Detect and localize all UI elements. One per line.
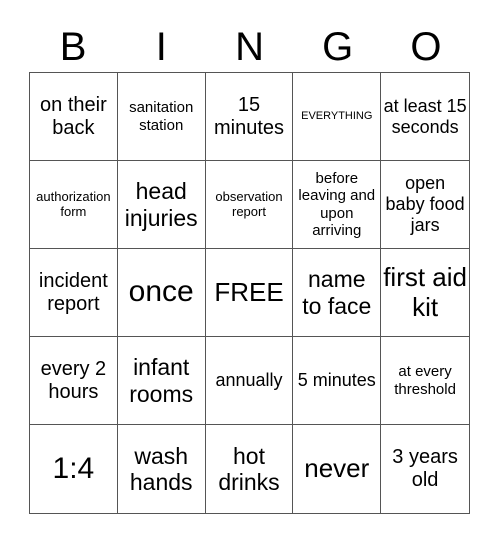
bingo-cell-r5-c5[interactable]: 3 years old xyxy=(381,425,469,513)
bingo-card-grid: on their back sanitation station 15 minute… xyxy=(29,72,470,514)
bingo-cell-r4-c3[interactable]: annually xyxy=(205,337,294,425)
header-letter-n: N xyxy=(235,25,264,69)
bingo-cell-r3-c2[interactable]: once xyxy=(117,249,206,337)
bingo-cell-r2-c2[interactable]: head injuries xyxy=(117,161,206,249)
header-letter-i: I xyxy=(155,25,167,69)
bingo-cell-r2-c1[interactable]: authorization form xyxy=(30,161,118,249)
bingo-cell-r1-c5[interactable]: at least 15 seconds xyxy=(381,73,469,161)
free-space-cell[interactable]: FREE xyxy=(205,249,294,337)
bingo-cell-r2-c4[interactable]: before leaving and upon arriving xyxy=(293,161,382,249)
header-letter-o: O xyxy=(410,25,442,69)
bingo-cell-r1-c3[interactable]: 15 minutes xyxy=(205,73,294,161)
bingo-cell-r1-c2[interactable]: sanitation station xyxy=(117,73,206,161)
bingo-cell-r4-c1[interactable]: every 2 hours xyxy=(30,337,118,425)
bingo-header: B I N G O xyxy=(29,22,470,72)
bingo-cell-r2-c3[interactable]: observation report xyxy=(205,161,294,249)
bingo-cell-r3-c5[interactable]: first aid kit xyxy=(381,249,469,337)
bingo-cell-r3-c4[interactable]: name to face xyxy=(293,249,382,337)
bingo-cell-r5-c4[interactable]: never xyxy=(293,425,382,513)
bingo-cell-r1-c4[interactable]: EVERYTHING xyxy=(293,73,382,161)
bingo-cell-r2-c5[interactable]: open baby food jars xyxy=(381,161,469,249)
bingo-cell-r4-c5[interactable]: at every threshold xyxy=(381,337,469,425)
bingo-cell-r3-c1[interactable]: incident report xyxy=(30,249,118,337)
bingo-cell-r5-c1[interactable]: 1:4 xyxy=(30,425,118,513)
bingo-cell-r4-c4[interactable]: 5 minutes xyxy=(293,337,382,425)
bingo-cell-r5-c2[interactable]: wash hands xyxy=(118,425,206,513)
bingo-cell-r5-c3[interactable]: hot drinks xyxy=(206,425,294,513)
header-letter-g: G xyxy=(322,25,354,69)
bingo-cell-r1-c1[interactable]: on their back xyxy=(30,73,118,161)
bingo-cell-r4-c2[interactable]: infant rooms xyxy=(117,337,206,425)
header-letter-b: B xyxy=(59,25,87,69)
